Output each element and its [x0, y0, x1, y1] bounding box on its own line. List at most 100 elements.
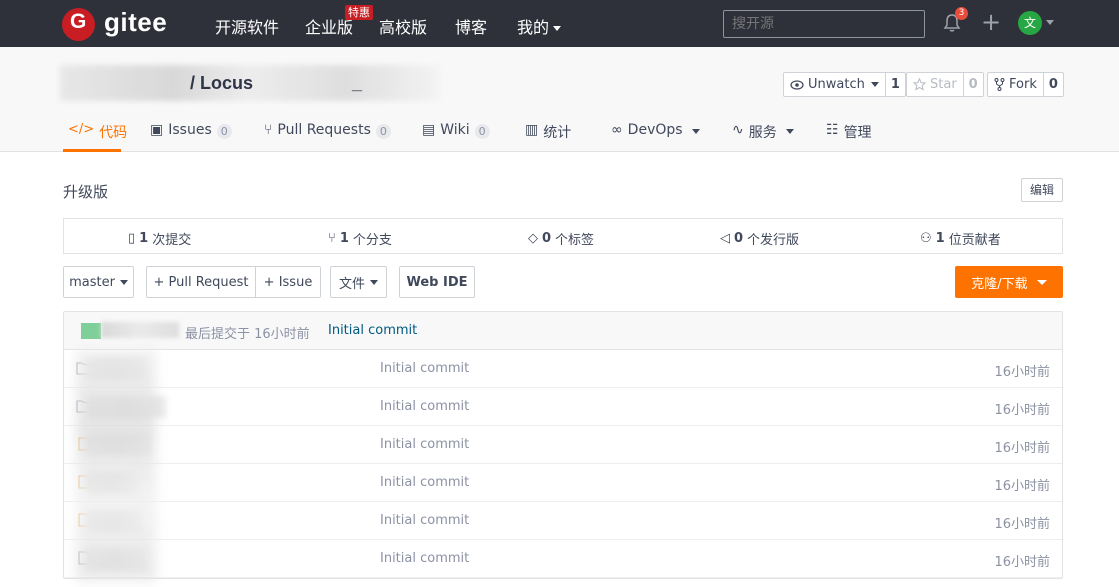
tab-count: 0 — [216, 124, 232, 139]
file-commit-time: 16小时前 — [994, 403, 1050, 418]
nav-link-university[interactable]: 高校版 — [379, 14, 427, 38]
issues-icon: ▣ — [150, 122, 164, 138]
file-commit-time: 16小时前 — [994, 365, 1050, 380]
chevron-down-icon[interactable] — [1046, 20, 1054, 25]
last-commit-message[interactable]: Initial commit — [328, 323, 417, 338]
star-button[interactable]: Star 0 — [906, 72, 984, 97]
tab-devops[interactable]: ∞ DevOps — [611, 117, 700, 152]
star-count[interactable]: 0 — [962, 73, 983, 96]
hot-badge: 特惠 — [345, 5, 373, 20]
blurred-committer-name — [101, 322, 179, 338]
top-navbar: G gitee 开源软件 企业版 特惠 高校版 博客 我的 3 + 文 — [0, 0, 1119, 47]
tab-label: DevOps — [627, 122, 683, 138]
branch-name: master — [69, 274, 115, 290]
nav-link-blog[interactable]: 博客 — [455, 14, 487, 38]
edit-description-button[interactable]: 编辑 — [1021, 178, 1063, 202]
tab-issues[interactable]: ▣ Issues 0 — [150, 117, 232, 152]
clone-download-button[interactable]: 克隆/下载 — [955, 266, 1063, 298]
list-item[interactable]: Initial commit 16小时前 — [64, 464, 1062, 502]
unwatch-label: Unwatch — [808, 77, 865, 92]
list-item[interactable]: Initial commit 16小时前 — [64, 540, 1062, 578]
plus-icon[interactable]: + — [981, 9, 1001, 35]
release-icon: ◁ — [720, 231, 730, 246]
stat-branches[interactable]: ⑂ 1 个分支 — [328, 229, 392, 248]
file-commit-time: 16小时前 — [994, 479, 1050, 494]
chevron-down-icon — [691, 129, 700, 134]
tab-manage[interactable]: ☷ 管理 — [826, 117, 872, 152]
stat-number: 1 — [139, 231, 149, 246]
list-item[interactable]: Initial commit 16小时前 — [64, 426, 1062, 464]
list-item[interactable]: Initial commit 16小时前 — [64, 502, 1062, 540]
stat-label: 次提交 — [152, 233, 192, 248]
stat-label: 位贡献者 — [948, 233, 1001, 248]
file-commit-message[interactable]: Initial commit — [380, 399, 469, 414]
web-ide-button[interactable]: Web IDE — [399, 266, 475, 298]
notification-count-badge: 3 — [955, 7, 968, 20]
nav-link-open-source[interactable]: 开源软件 — [215, 14, 279, 38]
tab-label: 统计 — [543, 125, 572, 141]
stat-label: 个标签 — [555, 233, 595, 248]
stat-number: 0 — [734, 231, 744, 246]
committer-avatar[interactable] — [81, 323, 101, 339]
star-label: Star — [930, 77, 957, 92]
project-title[interactable]: / Locus — [190, 73, 253, 94]
fork-count[interactable]: 0 — [1042, 73, 1063, 96]
tag-icon: ◇ — [528, 231, 538, 246]
user-avatar[interactable]: 文 — [1018, 11, 1042, 35]
tab-count: 0 — [474, 124, 490, 139]
tab-label: Pull Requests — [277, 122, 371, 138]
clone-label: 克隆/下载 — [971, 276, 1028, 292]
file-commit-message[interactable]: Initial commit — [380, 513, 469, 528]
project-title-tail: _ — [352, 73, 363, 93]
last-commit-time: 最后提交于 16小时前 — [185, 327, 310, 342]
brand-name[interactable]: gitee — [104, 7, 167, 38]
file-commit-time: 16小时前 — [994, 555, 1050, 570]
fork-label: Fork — [1009, 77, 1037, 92]
tab-pull-requests[interactable]: ⑂ Pull Requests 0 — [264, 117, 391, 152]
new-issue-button[interactable]: + Issue — [255, 266, 321, 298]
chevron-down-icon — [119, 279, 128, 285]
tab-wiki[interactable]: ▤ Wiki 0 — [422, 117, 490, 152]
list-item[interactable]: Initial commit 16小时前 — [64, 350, 1062, 388]
branch-select[interactable]: master — [63, 266, 134, 298]
service-icon: ∿ — [732, 122, 744, 138]
eye-icon — [790, 79, 804, 90]
tab-label: 管理 — [843, 125, 872, 141]
tab-code[interactable]: </> 代码 — [63, 117, 127, 152]
fork-button[interactable]: Fork 0 — [987, 72, 1064, 97]
new-pull-request-button[interactable]: + Pull Request — [146, 266, 256, 298]
wiki-icon: ▤ — [422, 122, 436, 138]
stat-contributors[interactable]: ⚇ 1 位贡献者 — [920, 229, 1001, 248]
stat-commits[interactable]: ▯ 1 次提交 — [128, 229, 191, 248]
chevron-down-icon — [785, 129, 794, 134]
file-commit-message[interactable]: Initial commit — [380, 475, 469, 490]
fork-icon — [994, 78, 1005, 91]
chevron-down-icon — [1036, 279, 1047, 285]
tab-stats[interactable]: ▥ 统计 — [525, 117, 571, 152]
stat-releases[interactable]: ◁ 0 个发行版 — [720, 229, 799, 248]
tab-label: Wiki — [440, 122, 470, 138]
file-menu-button[interactable]: 文件 — [330, 266, 387, 298]
search-input[interactable] — [723, 10, 925, 38]
nav-link-mine[interactable]: 我的 — [517, 14, 562, 38]
unwatch-button[interactable]: Unwatch 1 — [783, 72, 906, 97]
star-icon — [913, 78, 926, 91]
stat-label: 个分支 — [352, 233, 392, 248]
tab-service[interactable]: ∿ 服务 — [732, 117, 794, 152]
stat-number: 1 — [339, 231, 349, 246]
stat-tags[interactable]: ◇ 0 个标签 — [528, 229, 594, 248]
last-commit-bar: 最后提交于 16小时前 Initial commit — [64, 312, 1062, 350]
list-item[interactable]: Initial commit 16小时前 — [64, 388, 1062, 426]
tab-label: Issues — [168, 122, 212, 138]
stat-label: 个发行版 — [747, 233, 800, 248]
stat-number: 0 — [542, 231, 552, 246]
manage-icon: ☷ — [826, 122, 839, 138]
contributor-icon: ⚇ — [920, 231, 932, 246]
repo-stats-bar: ▯ 1 次提交 ⑂ 1 个分支 ◇ 0 个标签 ◁ 0 个发行版 ⚇ 1 位贡献者 — [63, 218, 1063, 254]
file-menu-label: 文件 — [338, 276, 365, 292]
commit-icon: ▯ — [128, 231, 136, 246]
watch-count[interactable]: 1 — [884, 73, 905, 96]
file-commit-message[interactable]: Initial commit — [380, 361, 469, 376]
file-commit-message[interactable]: Initial commit — [380, 551, 469, 566]
file-commit-message[interactable]: Initial commit — [380, 437, 469, 452]
